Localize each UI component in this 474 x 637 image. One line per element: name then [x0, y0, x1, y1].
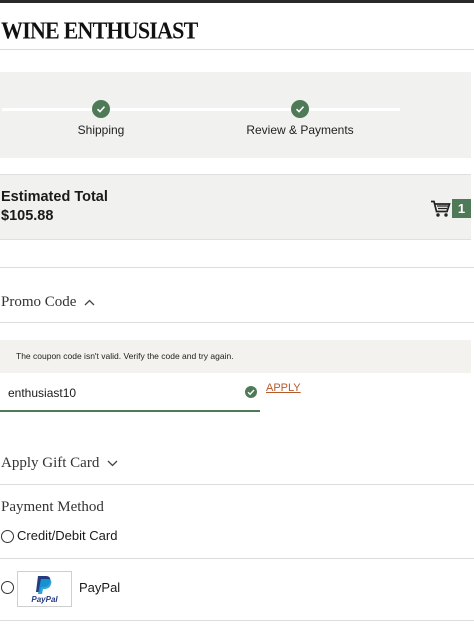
divider — [0, 558, 474, 559]
promo-code-input[interactable] — [8, 378, 228, 408]
chevron-up-icon — [84, 299, 95, 306]
step-review-payments[interactable]: Review & Payments — [210, 100, 390, 137]
promo-code-toggle[interactable]: Promo Code — [1, 294, 95, 311]
chevron-down-icon — [107, 460, 118, 467]
estimated-total-amount: $105.88 — [1, 208, 54, 224]
step-shipping[interactable]: Shipping — [11, 100, 191, 137]
promo-code-title: Promo Code — [1, 294, 77, 310]
gift-card-toggle[interactable]: Apply Gift Card — [1, 455, 118, 472]
credit-card-radio[interactable] — [1, 530, 14, 543]
payment-method-heading: Payment Method — [1, 499, 104, 516]
step-label: Review & Payments — [246, 123, 354, 137]
checkout-progress: Shipping Review & Payments — [0, 72, 471, 158]
paypal-logo-text: PayPal — [31, 595, 58, 604]
cart-icon[interactable] — [431, 200, 451, 218]
estimated-total-label: Estimated Total — [1, 189, 108, 205]
paypal-logo: PayPal — [17, 571, 72, 607]
divider — [0, 322, 474, 323]
payment-method-title: Payment Method — [1, 499, 104, 515]
credit-card-label[interactable]: Credit/Debit Card — [17, 528, 117, 543]
paypal-label[interactable]: PayPal — [79, 580, 120, 595]
check-icon — [291, 100, 309, 118]
order-summary-toggle[interactable]: Estimated Total $105.88 — [0, 174, 471, 240]
promo-code-field — [0, 378, 260, 412]
site-logo[interactable]: Wine Enthusiast — [1, 16, 198, 45]
coupon-error-text: The coupon code isn't valid. Verify the … — [16, 351, 234, 361]
site-header: Wine Enthusiast — [0, 3, 474, 50]
apply-promo-button[interactable]: APPLY — [266, 382, 301, 394]
divider — [0, 620, 474, 621]
step-label: Shipping — [77, 123, 125, 137]
cart-count-badge: 1 — [452, 199, 471, 218]
paypal-radio[interactable] — [1, 581, 14, 594]
gift-card-title: Apply Gift Card — [1, 455, 100, 471]
divider — [0, 267, 474, 268]
check-icon — [92, 100, 110, 118]
valid-check-icon — [245, 386, 257, 398]
coupon-error-message: The coupon code isn't valid. Verify the … — [0, 340, 471, 373]
divider — [0, 484, 474, 485]
